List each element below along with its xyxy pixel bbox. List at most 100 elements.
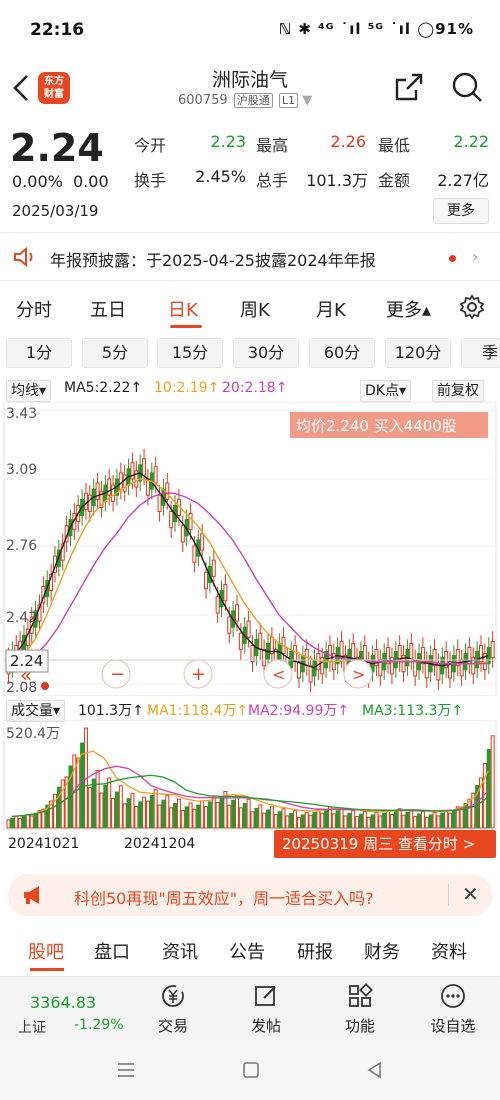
tab-profile[interactable]: 资料 — [431, 938, 467, 964]
candle-body — [490, 640, 495, 659]
chevron-right-icon[interactable]: › — [472, 247, 478, 266]
candle-body — [424, 661, 429, 679]
volume-bar — [262, 812, 267, 829]
tab-news[interactable]: 资讯 — [162, 938, 198, 964]
volume-bar — [486, 749, 491, 829]
nav-trade[interactable]: 交易 — [143, 983, 203, 1036]
view-intraday-button[interactable]: 20250319 周三 查看分时 > — [274, 830, 496, 858]
volume-bar — [343, 815, 348, 829]
stock-code: 600759 — [178, 93, 228, 108]
candle-body — [153, 466, 158, 484]
bottom-nav: 3364.83 上证 -1.29% 交易 发帖 功能 设自选 — [0, 976, 500, 1040]
nav-post[interactable]: 发帖 — [236, 983, 296, 1036]
tab-guba[interactable]: 股吧 — [28, 938, 64, 964]
scroll-start-icon: « — [20, 663, 32, 687]
volume-bar — [165, 794, 170, 829]
volume-bar — [204, 805, 209, 829]
period-quarter[interactable]: 季 — [461, 338, 500, 368]
candle-body — [246, 620, 251, 638]
candle-body — [250, 644, 255, 663]
dropdown-triangle-icon[interactable]: ▼ — [302, 93, 312, 108]
connect-tag: 沪股通 — [233, 93, 273, 108]
tab-more[interactable]: 更多▴ — [386, 296, 431, 322]
period-15min[interactable]: 15分 — [157, 338, 223, 368]
volume-bar — [324, 809, 329, 829]
more-quote-button[interactable]: 更多 — [433, 198, 489, 224]
volume-bar — [444, 810, 449, 829]
volume-bar — [21, 816, 26, 829]
search-icon[interactable] — [450, 70, 484, 104]
candle-body — [130, 462, 135, 480]
volume-chart[interactable]: 520.4万 — [0, 720, 500, 830]
candle-body — [118, 472, 123, 490]
candle-body — [215, 596, 220, 614]
y-tick-2.42: 2.42 — [6, 610, 37, 626]
tab-pankou[interactable]: 盘口 — [94, 938, 130, 964]
volume-bar — [200, 800, 205, 829]
minus-icon: − — [110, 664, 125, 685]
candle-body — [436, 663, 441, 681]
tab-five-day[interactable]: 五日 — [90, 296, 126, 322]
volume-bar — [401, 814, 406, 829]
unread-dot — [449, 255, 456, 262]
tab-daily-k[interactable]: 日K — [168, 296, 198, 322]
volume-bar — [389, 814, 394, 829]
volume-bar — [107, 777, 112, 829]
candle-body — [157, 494, 162, 512]
notice-text: 年报预披露：于2025-04-25披露2024年年报 — [50, 251, 376, 270]
period-1min[interactable]: 1分 — [6, 338, 72, 368]
volume-bar — [153, 789, 158, 829]
nav-functions[interactable]: 功能 — [330, 983, 390, 1036]
price-change: 0.00% 0.00 — [12, 172, 109, 191]
volume-bar — [467, 798, 472, 829]
candle-body — [142, 458, 147, 476]
volume-selector[interactable]: 成交量▾ — [6, 700, 66, 722]
volume-now: 101.3万↑ — [78, 703, 144, 719]
candle-body — [223, 584, 228, 602]
home-icon[interactable] — [242, 1061, 260, 1079]
period-60min[interactable]: 60分 — [309, 338, 375, 368]
menu-icon[interactable] — [116, 1062, 136, 1078]
share-icon[interactable] — [392, 70, 426, 104]
tab-monthly-k[interactable]: 月K — [316, 296, 346, 322]
ma-selector[interactable]: 均线▾ — [6, 380, 52, 402]
candle-body — [192, 545, 197, 563]
volume-bar — [331, 813, 336, 829]
back-triangle-icon[interactable] — [366, 1061, 384, 1079]
adjust-selector[interactable]: 前复权 — [432, 380, 484, 402]
tab-finance[interactable]: 财务 — [364, 938, 400, 964]
volume-bar — [300, 814, 305, 829]
period-120min[interactable]: 120分 — [385, 338, 451, 368]
volume-bar — [149, 794, 154, 829]
avg-price-tooltip-text: 均价2.240 买入4400股 — [296, 417, 457, 435]
gear-icon[interactable] — [459, 294, 485, 320]
volume-bar — [378, 815, 383, 829]
candle-body — [188, 513, 193, 531]
report-notice[interactable]: 年报预披露：于2025-04-25披露2024年年报 › — [0, 238, 500, 278]
volume-bar — [14, 815, 19, 829]
promo-banner[interactable]: 科创50再现"周五效应"，周一适合买入吗? ✕ — [8, 874, 492, 916]
candle-body — [235, 604, 240, 622]
status-bar: 22:16 ℕ ✱ ⁴ᴳ ˙ıl ⁵ᴳ ˙ıl ◯91% — [0, 0, 500, 62]
tab-research[interactable]: 研报 — [297, 938, 333, 964]
tab-weekly-k[interactable]: 周K — [240, 296, 270, 322]
volume-bar — [335, 810, 340, 829]
kline-chart[interactable]: 3.43 3.09 2.76 2.42 2.08 均价2.240 买入4400股… — [0, 402, 500, 696]
volume-bar — [254, 807, 259, 829]
tab-announcement[interactable]: 公告 — [229, 938, 265, 964]
volume-bar — [169, 807, 174, 829]
dk-point-selector[interactable]: DK点▾ — [360, 380, 411, 402]
red-marker-dot — [41, 682, 49, 690]
promo-separator — [448, 884, 449, 906]
signal-icon: ℕ ✱ ⁴ᴳ ˙ıl ⁵ᴳ ˙ıl — [278, 20, 412, 38]
period-30min[interactable]: 30分 — [233, 338, 299, 368]
volume-bar — [490, 735, 495, 829]
period-5min[interactable]: 5分 — [82, 338, 148, 368]
tab-intraday[interactable]: 分时 — [16, 296, 52, 322]
close-icon[interactable]: ✕ — [462, 882, 479, 906]
nav-watchlist[interactable]: 设自选 — [423, 983, 483, 1036]
volume-label: 总手 — [256, 171, 289, 190]
volume-bar — [122, 803, 127, 829]
volume-bar — [99, 792, 104, 829]
volume-bar — [417, 813, 422, 829]
